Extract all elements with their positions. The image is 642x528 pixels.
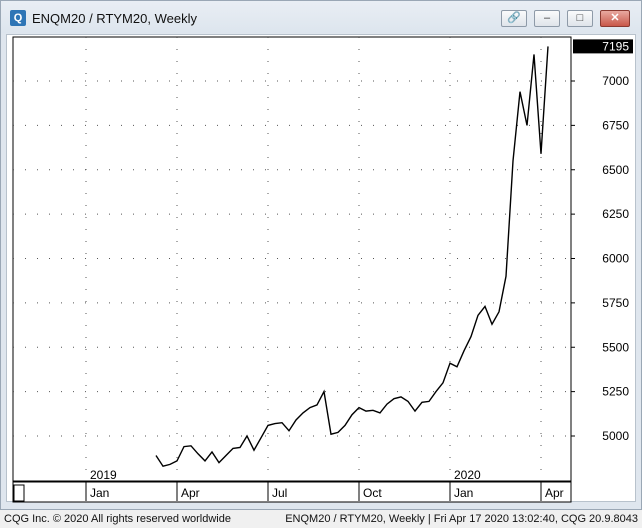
y-tick-label: 5250 (602, 385, 629, 399)
x-tick-label: Oct (363, 486, 382, 500)
link-button[interactable]: 🔗 (501, 10, 527, 27)
x-tick-label: Apr (181, 486, 200, 500)
x-tick-label: Apr (545, 486, 564, 500)
chart-window: Q ENQM20 / RTYM20, Weekly 🔗 – □ ✕ 5000 52… (0, 0, 642, 510)
chart-svg[interactable]: 5000 5250 5500 5750 6000 6250 6500 6750 7000 Jan A… (7, 35, 637, 503)
y-tick-label: 7000 (602, 74, 629, 88)
y-tick-label: 5500 (602, 340, 629, 354)
maximize-button[interactable]: □ (567, 10, 593, 27)
x-tick-label: Jan (454, 486, 473, 500)
status-text: ENQM20 / RTYM20, Weekly | Fri Apr 17 202… (285, 513, 638, 525)
y-tick-label: 6500 (602, 163, 629, 177)
minimize-button[interactable]: – (534, 10, 560, 27)
title-bar[interactable]: Q ENQM20 / RTYM20, Weekly 🔗 – □ ✕ (1, 1, 641, 33)
series-line (155, 46, 549, 468)
plot-frame (12, 36, 572, 482)
close-button[interactable]: ✕ (600, 10, 630, 27)
window-title: ENQM20 / RTYM20, Weekly (32, 11, 197, 26)
chart-area[interactable]: 5000 5250 5500 5750 6000 6250 6500 6750 7000 Jan A… (6, 34, 637, 503)
link-icon: 🔗 (507, 12, 521, 24)
x-tick-label: Jan (90, 486, 109, 500)
x-tick-label: Jul (272, 486, 287, 500)
y-tick-label: 5750 (602, 296, 629, 310)
y-tick-label: 5000 (602, 429, 629, 443)
y-tick-label: 6250 (602, 207, 629, 221)
copyright-text: CQG Inc. © 2020 All rights reserved worl… (4, 513, 231, 525)
year-label: 2019 (90, 468, 117, 482)
scroll-handle (13, 484, 25, 502)
y-tick-label: 6750 (602, 118, 629, 132)
year-label: 2020 (454, 468, 481, 482)
y-tick-label: 6000 (602, 252, 629, 266)
app-logo-icon: Q (10, 10, 26, 26)
last-value-label: 7195 (602, 39, 629, 53)
